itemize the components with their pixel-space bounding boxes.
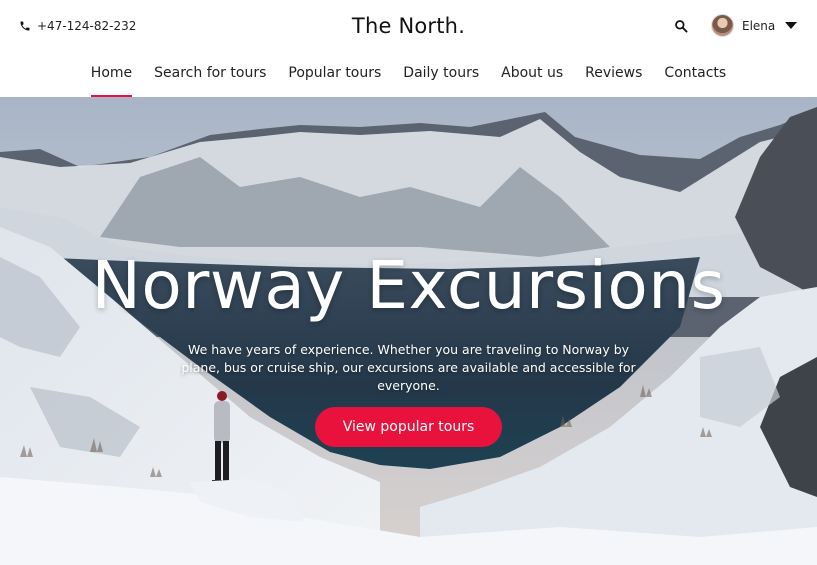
site-logo[interactable]: The North. [0,14,817,38]
chevron-down-icon [785,22,798,29]
user-name: Elena [742,18,776,33]
view-popular-tours-button[interactable]: View popular tours [315,407,502,447]
nav-item-search-for-tours[interactable]: Search for tours [154,54,266,97]
nav-item-home[interactable]: Home [90,54,133,97]
hero-background-image [0,97,817,565]
nav-item-reviews[interactable]: Reviews [585,54,642,97]
hero-section: Norway Excursions We have years of exper… [0,97,817,565]
hero-description: We have years of experience. Whether you… [181,342,636,393]
nav-item-about-us[interactable]: About us [501,54,563,97]
main-nav: Home Search for tours Popular tours Dail… [0,54,817,97]
nav-item-contacts[interactable]: Contacts [664,54,726,97]
top-bar: +47-124-82-232 The North. Elena [0,0,817,54]
avatar [711,14,734,37]
hero-title: Norway Excursions [91,247,726,324]
nav-item-popular-tours[interactable]: Popular tours [288,54,381,97]
search-icon[interactable] [674,19,688,33]
user-menu[interactable]: Elena [711,14,798,37]
nav-item-daily-tours[interactable]: Daily tours [403,54,479,97]
